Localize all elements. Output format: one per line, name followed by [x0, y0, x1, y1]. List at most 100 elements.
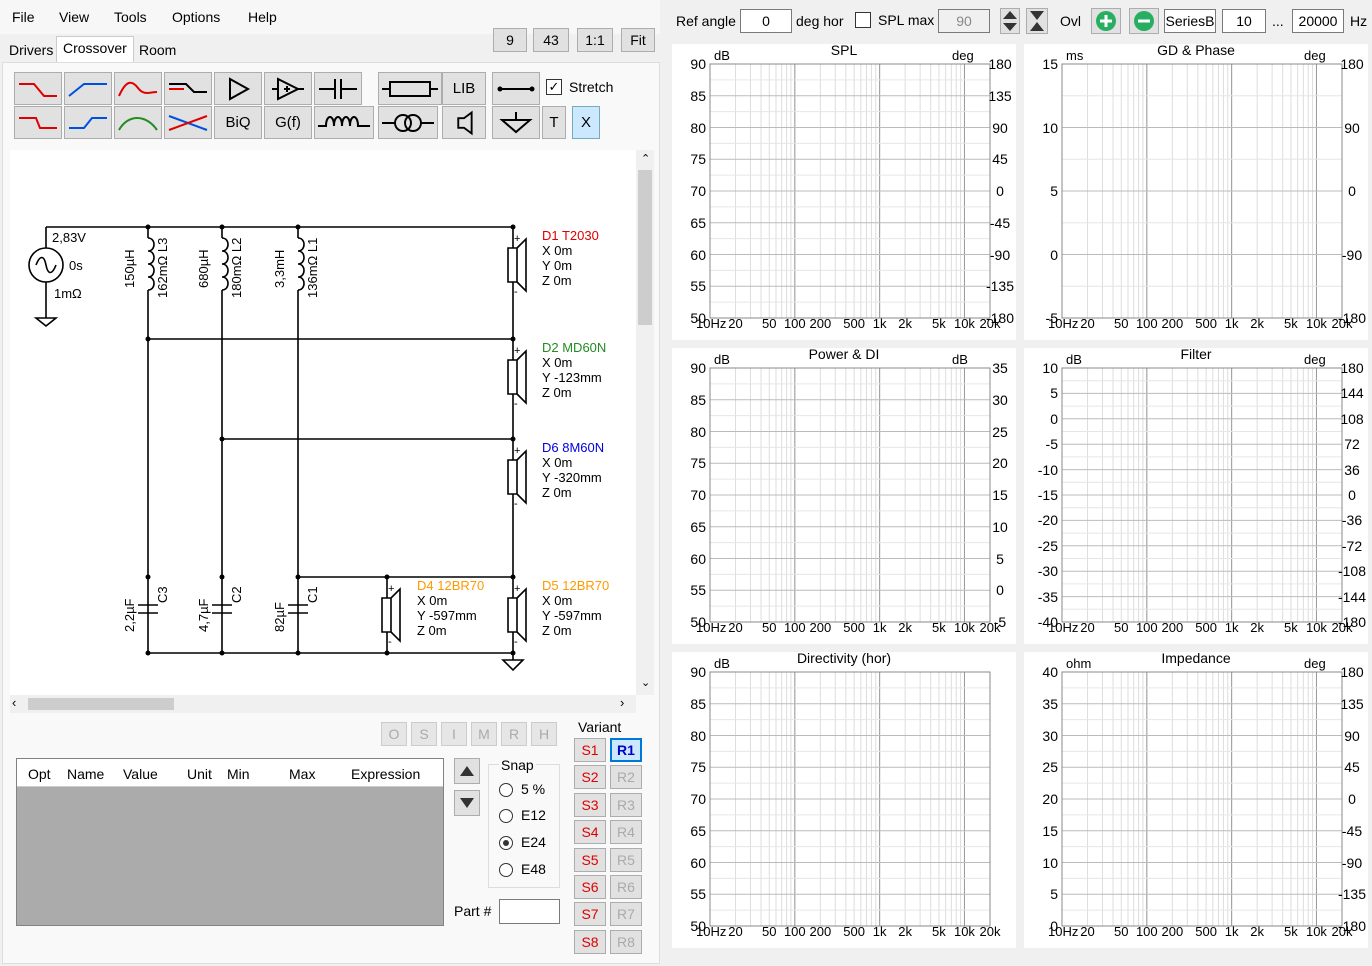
- resistor-icon[interactable]: [378, 72, 442, 105]
- opt-m-button[interactable]: M: [471, 722, 497, 746]
- snap-e48-radio[interactable]: [499, 863, 513, 877]
- hscroll-thumb[interactable]: [28, 698, 174, 710]
- transformer-icon[interactable]: [378, 106, 438, 139]
- scroll-right-icon[interactable]: ›: [620, 695, 624, 710]
- variant-s8-button[interactable]: S8: [574, 929, 606, 954]
- snap-e12-radio[interactable]: [499, 809, 513, 823]
- freq-low-input[interactable]: 10: [1222, 9, 1266, 33]
- ground-icon[interactable]: [492, 106, 540, 139]
- variant-label: Variant: [578, 719, 622, 735]
- menu-view[interactable]: View: [59, 9, 89, 25]
- menu-file[interactable]: File: [12, 9, 35, 25]
- part-number-input[interactable]: [499, 899, 560, 924]
- variant-r3-button[interactable]: R3: [610, 792, 642, 817]
- col-expression[interactable]: Expression: [351, 766, 420, 782]
- schematic-vscroll[interactable]: ⌃ ⌄: [636, 150, 654, 695]
- chart-gd-phase[interactable]: GD & Phase ms deg 15 10 5 0 -5 180 90 0 -90 -180 10Hz…: [1024, 42, 1368, 340]
- vscroll-thumb[interactable]: [638, 170, 652, 325]
- zoom-9-button[interactable]: 9: [493, 28, 527, 52]
- variant-r2-button[interactable]: R2: [610, 765, 642, 790]
- x-button[interactable]: X: [572, 106, 600, 139]
- variant-r8-button[interactable]: R8: [610, 929, 642, 954]
- opt-s-button[interactable]: S: [411, 722, 437, 746]
- capacitor-icon[interactable]: [314, 72, 362, 105]
- chart-power-di[interactable]: Power & DI dB dB 90 85 80 75 70 65 60 55 50 35 30 25 20…: [672, 346, 1016, 644]
- variant-r4-button[interactable]: R4: [610, 820, 642, 845]
- move-up-icon[interactable]: [454, 758, 480, 784]
- variant-s3-button[interactable]: S3: [574, 792, 606, 817]
- opt-h-button[interactable]: H: [531, 722, 557, 746]
- col-unit[interactable]: Unit: [187, 766, 212, 782]
- biq-button[interactable]: BiQ: [214, 106, 262, 139]
- buffer-amp-icon[interactable]: [264, 72, 312, 105]
- shelf-icon[interactable]: [164, 72, 212, 105]
- speaker-icon[interactable]: [442, 106, 486, 139]
- ref-angle-input[interactable]: 0: [740, 9, 792, 33]
- scroll-left-icon[interactable]: ‹: [12, 695, 16, 710]
- highpass1-icon[interactable]: [64, 72, 112, 105]
- col-name[interactable]: Name: [67, 766, 104, 782]
- compress-icon[interactable]: [1026, 8, 1048, 34]
- schematic-canvas[interactable]: 2,83V 0s 1mΩ 150µH 162mΩ L3 680µH 180mΩ …: [10, 150, 636, 695]
- spl-spin-icon[interactable]: [1000, 8, 1020, 34]
- zoom-43-button[interactable]: 43: [533, 28, 569, 52]
- variant-s6-button[interactable]: S6: [574, 875, 606, 899]
- wire-icon[interactable]: [492, 72, 540, 105]
- chart-directivity-hor[interactable]: Directivity (hor) dB 90 85 80 75 70 65 60 55 50 10H…: [672, 650, 1016, 948]
- variant-s1-button[interactable]: S1: [574, 738, 606, 762]
- series-select[interactable]: SeriesB: [1164, 9, 1216, 33]
- menu-help[interactable]: Help: [248, 9, 277, 25]
- scroll-up-icon[interactable]: ⌃: [641, 152, 650, 165]
- lowpass1-icon[interactable]: [14, 72, 62, 105]
- tab-crossover[interactable]: Crossover: [56, 36, 134, 62]
- parameter-table[interactable]: Opt Name Value Unit Min Max Expression: [16, 758, 444, 926]
- bandpass-icon[interactable]: [114, 72, 162, 105]
- chart-impedance[interactable]: Impedance ohm deg 40 35 30 25 20 15 10 5 0 180 135 90 4…: [1024, 650, 1368, 948]
- variant-s7-button[interactable]: S7: [574, 902, 606, 927]
- add-overlay-icon[interactable]: [1091, 8, 1121, 34]
- snap-5pct-radio[interactable]: [499, 783, 513, 797]
- notch-icon[interactable]: [164, 106, 212, 139]
- opt-i-button[interactable]: I: [441, 722, 467, 746]
- spl-max-input[interactable]: 90: [938, 9, 990, 33]
- highpass2-icon[interactable]: [64, 106, 112, 139]
- schematic-hscroll[interactable]: ‹ ›: [10, 695, 636, 713]
- menu-tools[interactable]: Tools: [114, 9, 147, 25]
- tab-room[interactable]: Room: [132, 38, 183, 62]
- spl-max-checkbox[interactable]: [855, 12, 871, 28]
- scroll-down-icon[interactable]: ⌄: [641, 676, 650, 689]
- col-min[interactable]: Min: [227, 766, 250, 782]
- variant-s4-button[interactable]: S4: [574, 820, 606, 845]
- snap-group: Snap 5 % E12 E24 E48: [488, 757, 560, 888]
- snap-e24-radio[interactable]: [499, 836, 513, 850]
- lowpass2-icon[interactable]: [14, 106, 62, 139]
- variant-r6-button[interactable]: R6: [610, 875, 642, 899]
- t-button[interactable]: T: [542, 106, 566, 139]
- variant-r1-button[interactable]: R1: [610, 738, 642, 762]
- variant-r7-button[interactable]: R7: [610, 902, 642, 927]
- col-value[interactable]: Value: [123, 766, 158, 782]
- tab-drivers[interactable]: Drivers: [2, 38, 60, 62]
- variant-s5-button[interactable]: S5: [574, 847, 606, 872]
- variant-s2-button[interactable]: S2: [574, 765, 606, 790]
- freq-high-input[interactable]: 20000: [1292, 9, 1344, 33]
- amplifier-icon[interactable]: [214, 72, 262, 105]
- y-tick-right: -90: [1341, 854, 1363, 871]
- zoom-1to1-button[interactable]: 1:1: [577, 28, 613, 52]
- stretch-checkbox[interactable]: ✓: [546, 79, 562, 95]
- opt-r-button[interactable]: R: [501, 722, 527, 746]
- remove-overlay-icon[interactable]: [1129, 8, 1159, 34]
- move-down-icon[interactable]: [454, 790, 480, 816]
- col-opt[interactable]: Opt: [28, 766, 51, 782]
- menu-options[interactable]: Options: [172, 9, 220, 25]
- lib-button[interactable]: LIB: [442, 72, 486, 105]
- zoom-fit-button[interactable]: Fit: [621, 28, 655, 52]
- opt-o-button[interactable]: O: [381, 722, 407, 746]
- inductor-icon[interactable]: [314, 106, 374, 139]
- bandpass2-icon[interactable]: [114, 106, 162, 139]
- chart-filter[interactable]: Filter dB deg 10 5 0 -5 -10 -15 -20 -25 -30 -35 -40 18…: [1024, 346, 1368, 644]
- col-max[interactable]: Max: [289, 766, 315, 782]
- chart-spl[interactable]: SPL dB deg 90 85 80 75 70 65 60 55 50 180 135 90 45 0 -45…: [672, 42, 1016, 340]
- gf-button[interactable]: G(f): [264, 106, 312, 139]
- variant-r5-button[interactable]: R5: [610, 847, 642, 872]
